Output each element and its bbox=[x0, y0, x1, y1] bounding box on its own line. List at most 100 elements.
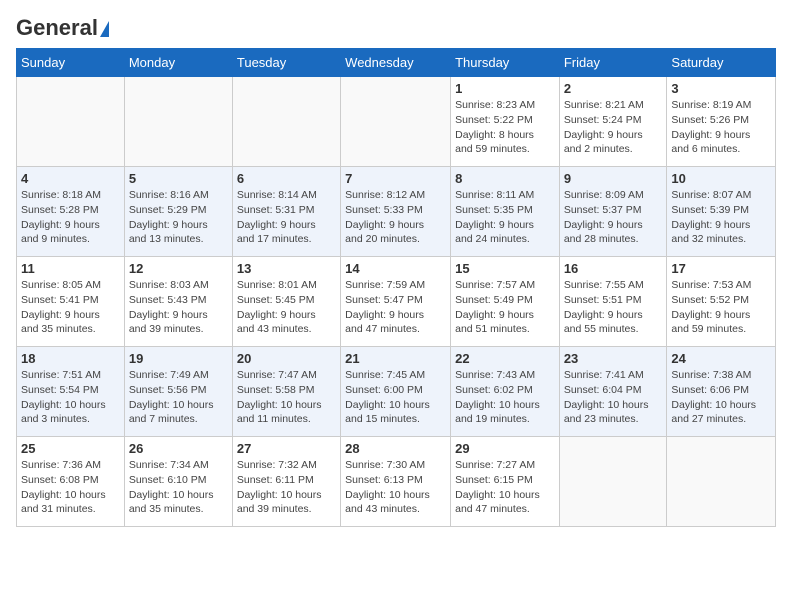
calendar-cell: 22Sunrise: 7:43 AM Sunset: 6:02 PM Dayli… bbox=[451, 347, 560, 437]
calendar-cell: 9 Sunrise: 8:09 AM Sunset: 5:37 PM Daylig… bbox=[559, 167, 667, 257]
calendar-cell: 3 Sunrise: 8:19 AM Sunset: 5:26 PM Daylig… bbox=[667, 77, 776, 167]
day-header-saturday: Saturday bbox=[667, 49, 776, 77]
day-info: Sunrise: 8:03 AM Sunset: 5:43 PM Dayligh… bbox=[129, 278, 228, 337]
day-number: 16 bbox=[564, 261, 663, 276]
calendar-cell: 23 Sunrise: 7:41 AM Sunset: 6:04 PM Dayli… bbox=[559, 347, 667, 437]
calendar-cell: 16 Sunrise: 7:55 AM Sunset: 5:51 PM Dayli… bbox=[559, 257, 667, 347]
calendar-cell: 10Sunrise: 8:07 AM Sunset: 5:39 PM Dayli… bbox=[667, 167, 776, 257]
day-info: Sunrise: 8:23 AM Sunset: 5:22 PM Dayligh… bbox=[455, 98, 555, 157]
day-number: 14 bbox=[345, 261, 446, 276]
day-number: 12 bbox=[129, 261, 228, 276]
calendar-cell: 18 Sunrise: 7:51 AM Sunset: 5:54 PM Dayli… bbox=[17, 347, 125, 437]
day-header-thursday: Thursday bbox=[451, 49, 560, 77]
days-of-week-row: SundayMondayTuesdayWednesdayThursdayFrid… bbox=[17, 49, 776, 77]
day-info: Sunrise: 7:43 AM Sunset: 6:02 PM Dayligh… bbox=[455, 368, 555, 427]
calendar-table: SundayMondayTuesdayWednesdayThursdayFrid… bbox=[16, 48, 776, 527]
day-number: 27 bbox=[237, 441, 336, 456]
day-info: Sunrise: 8:07 AM Sunset: 5:39 PM Dayligh… bbox=[671, 188, 771, 247]
day-number: 23 bbox=[564, 351, 663, 366]
calendar-cell: 5 Sunrise: 8:16 AM Sunset: 5:29 PM Daylig… bbox=[124, 167, 232, 257]
logo: General bbox=[16, 16, 109, 40]
day-number: 20 bbox=[237, 351, 336, 366]
day-number: 17 bbox=[671, 261, 771, 276]
calendar-cell bbox=[667, 437, 776, 527]
calendar-cell: 19 Sunrise: 7:49 AM Sunset: 5:56 PM Dayli… bbox=[124, 347, 232, 437]
day-number: 29 bbox=[455, 441, 555, 456]
calendar-cell: 24 Sunrise: 7:38 AM Sunset: 6:06 PM Dayli… bbox=[667, 347, 776, 437]
day-header-friday: Friday bbox=[559, 49, 667, 77]
day-header-sunday: Sunday bbox=[17, 49, 125, 77]
calendar-cell: 26 Sunrise: 7:34 AM Sunset: 6:10 PM Dayli… bbox=[124, 437, 232, 527]
day-info: Sunrise: 7:49 AM Sunset: 5:56 PM Dayligh… bbox=[129, 368, 228, 427]
day-number: 26 bbox=[129, 441, 228, 456]
day-header-tuesday: Tuesday bbox=[232, 49, 340, 77]
calendar-cell: 6 Sunrise: 8:14 AM Sunset: 5:31 PM Daylig… bbox=[232, 167, 340, 257]
day-info: Sunrise: 7:55 AM Sunset: 5:51 PM Dayligh… bbox=[564, 278, 663, 337]
calendar-cell: 13 Sunrise: 8:01 AM Sunset: 5:45 PM Dayli… bbox=[232, 257, 340, 347]
week-row-4: 18 Sunrise: 7:51 AM Sunset: 5:54 PM Dayli… bbox=[17, 347, 776, 437]
day-info: Sunrise: 7:30 AM Sunset: 6:13 PM Dayligh… bbox=[345, 458, 446, 517]
week-row-1: 1 Sunrise: 8:23 AM Sunset: 5:22 PM Daylig… bbox=[17, 77, 776, 167]
day-info: Sunrise: 7:41 AM Sunset: 6:04 PM Dayligh… bbox=[564, 368, 663, 427]
header: General bbox=[16, 16, 776, 40]
day-number: 7 bbox=[345, 171, 446, 186]
day-number: 6 bbox=[237, 171, 336, 186]
calendar-cell: 11 Sunrise: 8:05 AM Sunset: 5:41 PM Dayli… bbox=[17, 257, 125, 347]
day-number: 15 bbox=[455, 261, 555, 276]
week-row-2: 4 Sunrise: 8:18 AM Sunset: 5:28 PM Daylig… bbox=[17, 167, 776, 257]
day-number: 3 bbox=[671, 81, 771, 96]
day-number: 28 bbox=[345, 441, 446, 456]
day-header-monday: Monday bbox=[124, 49, 232, 77]
day-number: 25 bbox=[21, 441, 120, 456]
calendar-cell: 15Sunrise: 7:57 AM Sunset: 5:49 PM Dayli… bbox=[451, 257, 560, 347]
day-number: 5 bbox=[129, 171, 228, 186]
day-info: Sunrise: 7:32 AM Sunset: 6:11 PM Dayligh… bbox=[237, 458, 336, 517]
calendar-cell: 20 Sunrise: 7:47 AM Sunset: 5:58 PM Dayli… bbox=[232, 347, 340, 437]
day-number: 1 bbox=[455, 81, 555, 96]
day-number: 19 bbox=[129, 351, 228, 366]
calendar-cell bbox=[559, 437, 667, 527]
day-info: Sunrise: 8:14 AM Sunset: 5:31 PM Dayligh… bbox=[237, 188, 336, 247]
calendar-cell: 21Sunrise: 7:45 AM Sunset: 6:00 PM Dayli… bbox=[341, 347, 451, 437]
day-info: Sunrise: 7:38 AM Sunset: 6:06 PM Dayligh… bbox=[671, 368, 771, 427]
calendar-cell bbox=[124, 77, 232, 167]
week-row-3: 11 Sunrise: 8:05 AM Sunset: 5:41 PM Dayli… bbox=[17, 257, 776, 347]
day-info: Sunrise: 8:01 AM Sunset: 5:45 PM Dayligh… bbox=[237, 278, 336, 337]
day-header-wednesday: Wednesday bbox=[341, 49, 451, 77]
calendar-cell: 14 Sunrise: 7:59 AM Sunset: 5:47 PM Dayli… bbox=[341, 257, 451, 347]
calendar-cell: 27 Sunrise: 7:32 AM Sunset: 6:11 PM Dayli… bbox=[232, 437, 340, 527]
day-number: 11 bbox=[21, 261, 120, 276]
day-number: 21 bbox=[345, 351, 446, 366]
calendar-cell: 28 Sunrise: 7:30 AM Sunset: 6:13 PM Dayli… bbox=[341, 437, 451, 527]
calendar-cell: 1 Sunrise: 8:23 AM Sunset: 5:22 PM Daylig… bbox=[451, 77, 560, 167]
day-info: Sunrise: 8:21 AM Sunset: 5:24 PM Dayligh… bbox=[564, 98, 663, 157]
day-info: Sunrise: 7:47 AM Sunset: 5:58 PM Dayligh… bbox=[237, 368, 336, 427]
calendar-cell: 25 Sunrise: 7:36 AM Sunset: 6:08 PM Dayli… bbox=[17, 437, 125, 527]
calendar-cell: 29 Sunrise: 7:27 AM Sunset: 6:15 PM Dayli… bbox=[451, 437, 560, 527]
day-info: Sunrise: 7:27 AM Sunset: 6:15 PM Dayligh… bbox=[455, 458, 555, 517]
day-info: Sunrise: 8:05 AM Sunset: 5:41 PM Dayligh… bbox=[21, 278, 120, 337]
day-info: Sunrise: 7:36 AM Sunset: 6:08 PM Dayligh… bbox=[21, 458, 120, 517]
day-info: Sunrise: 7:59 AM Sunset: 5:47 PM Dayligh… bbox=[345, 278, 446, 337]
day-info: Sunrise: 8:18 AM Sunset: 5:28 PM Dayligh… bbox=[21, 188, 120, 247]
day-info: Sunrise: 7:51 AM Sunset: 5:54 PM Dayligh… bbox=[21, 368, 120, 427]
day-info: Sunrise: 8:11 AM Sunset: 5:35 PM Dayligh… bbox=[455, 188, 555, 247]
calendar-cell bbox=[232, 77, 340, 167]
logo-general: General bbox=[16, 16, 109, 40]
day-info: Sunrise: 8:19 AM Sunset: 5:26 PM Dayligh… bbox=[671, 98, 771, 157]
week-row-5: 25 Sunrise: 7:36 AM Sunset: 6:08 PM Dayli… bbox=[17, 437, 776, 527]
day-info: Sunrise: 8:09 AM Sunset: 5:37 PM Dayligh… bbox=[564, 188, 663, 247]
day-info: Sunrise: 8:16 AM Sunset: 5:29 PM Dayligh… bbox=[129, 188, 228, 247]
calendar-cell: 2Sunrise: 8:21 AM Sunset: 5:24 PM Daylig… bbox=[559, 77, 667, 167]
day-info: Sunrise: 7:53 AM Sunset: 5:52 PM Dayligh… bbox=[671, 278, 771, 337]
calendar-cell: 4 Sunrise: 8:18 AM Sunset: 5:28 PM Daylig… bbox=[17, 167, 125, 257]
day-number: 24 bbox=[671, 351, 771, 366]
day-info: Sunrise: 7:34 AM Sunset: 6:10 PM Dayligh… bbox=[129, 458, 228, 517]
day-number: 9 bbox=[564, 171, 663, 186]
day-number: 18 bbox=[21, 351, 120, 366]
day-number: 13 bbox=[237, 261, 336, 276]
day-number: 4 bbox=[21, 171, 120, 186]
calendar-cell: 7 Sunrise: 8:12 AM Sunset: 5:33 PM Daylig… bbox=[341, 167, 451, 257]
calendar-cell bbox=[341, 77, 451, 167]
day-info: Sunrise: 8:12 AM Sunset: 5:33 PM Dayligh… bbox=[345, 188, 446, 247]
